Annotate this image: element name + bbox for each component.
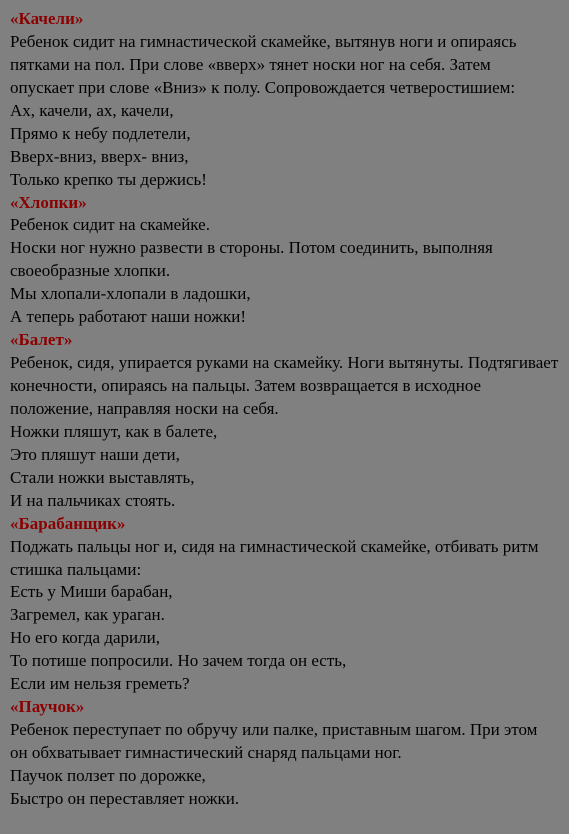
section-line: Мы хлопали-хлопали в ладошки, [10, 283, 559, 306]
section-line: Ножки пляшут, как в балете, [10, 421, 559, 444]
section-line: Ах, качели, ах, качели, [10, 100, 559, 123]
section-title-1: «Хлопки» [10, 192, 559, 215]
section-line: Паучок ползет по дорожке, [10, 765, 559, 788]
section-title-3: «Барабанщик» [10, 513, 559, 536]
section-line: Ребенок сидит на скамейке. [10, 214, 559, 237]
section-title-4: «Паучок» [10, 696, 559, 719]
section-line: Но его когда дарили, [10, 627, 559, 650]
section-line: И на пальчиках стоять. [10, 490, 559, 513]
section-title-2: «Балет» [10, 329, 559, 352]
section-line: Ребенок сидит на гимнастической скамейке… [10, 31, 559, 100]
section-line: Носки ног нужно развести в стороны. Пото… [10, 237, 559, 283]
section-line: А теперь работают наши ножки! [10, 306, 559, 329]
section-line: Только крепко ты держись! [10, 169, 559, 192]
section-line: Загремел, как ураган. [10, 604, 559, 627]
section-line: Если им нельзя греметь? [10, 673, 559, 696]
section-line: То потише попросили. Но зачем тогда он е… [10, 650, 559, 673]
section-line: Быстро он переставляет ножки. [10, 788, 559, 811]
section-line: Это пляшут наши дети, [10, 444, 559, 467]
document-content: «Качели» Ребенок сидит на гимнастической… [10, 8, 559, 811]
section-line: Поджать пальцы ног и, сидя на гимнастиче… [10, 536, 559, 582]
section-line: Ребенок, сидя, упирается руками на скаме… [10, 352, 559, 421]
section-line: Стали ножки выставлять, [10, 467, 559, 490]
section-line: Есть у Миши барабан, [10, 581, 559, 604]
section-line: Вверх-вниз, вверх- вниз, [10, 146, 559, 169]
section-line: Прямо к небу подлетели, [10, 123, 559, 146]
section-title-0: «Качели» [10, 8, 559, 31]
section-line: Ребенок переступает по обручу или палке,… [10, 719, 559, 765]
